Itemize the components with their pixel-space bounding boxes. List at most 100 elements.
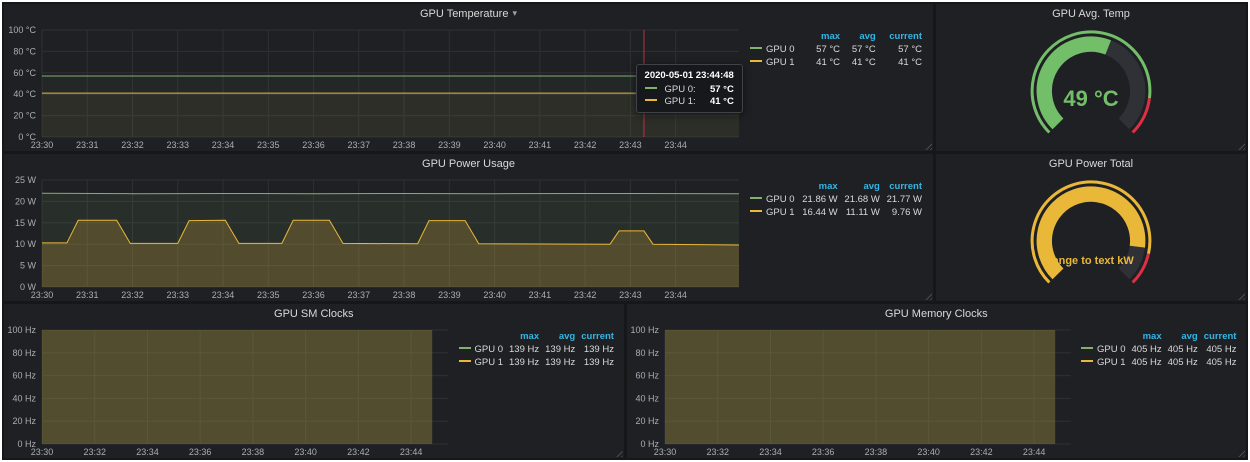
legend-series-name[interactable]: GPU 0	[766, 194, 795, 205]
svg-text:40 Hz: 40 Hz	[12, 393, 36, 403]
svg-text:23:40: 23:40	[917, 447, 940, 457]
svg-text:40 Hz: 40 Hz	[635, 393, 659, 403]
svg-text:23:36: 23:36	[302, 290, 325, 300]
gpu-sm-clocks-chart[interactable]: 0 Hz20 Hz40 Hz60 Hz80 Hz100 Hz23:3023:32…	[4, 323, 456, 458]
svg-text:100 °C: 100 °C	[8, 25, 36, 35]
panel-header-gpu-avg-temp[interactable]: GPU Avg. Temp	[936, 4, 1246, 23]
legend-header-avg[interactable]: avg	[843, 30, 879, 43]
legend-header-max[interactable]: max	[1129, 330, 1165, 343]
panel-title-text[interactable]: GPU Memory Clocks	[885, 308, 988, 320]
legend-header-avg[interactable]: avg	[841, 180, 883, 193]
svg-text:23:34: 23:34	[212, 140, 235, 150]
svg-text:23:43: 23:43	[619, 140, 642, 150]
legend-row-gpu0: GPU 0 405 Hz 405 Hz 405 Hz	[1078, 343, 1239, 356]
legend-header-max[interactable]: max	[798, 180, 840, 193]
dashboard-frame: GPU Temperature ▾ 2020-05-01 23:44:48 GP…	[0, 0, 1250, 462]
legend-current-value: 139 Hz	[578, 356, 617, 369]
chevron-down-icon[interactable]: ▾	[512, 9, 517, 18]
svg-text:23:34: 23:34	[759, 447, 782, 457]
series-color-swatch	[645, 87, 657, 89]
legend-table: max avg current GPU 0 405 Hz 405 Hz	[1078, 323, 1246, 458]
legend-avg-value: 57 °C	[843, 43, 879, 56]
svg-text:23:42: 23:42	[574, 140, 597, 150]
panel-title-text[interactable]: GPU Temperature	[420, 8, 508, 20]
svg-text:23:35: 23:35	[257, 290, 280, 300]
svg-text:23:32: 23:32	[121, 140, 144, 150]
panel-title-text[interactable]: GPU Avg. Temp	[1052, 8, 1130, 20]
tooltip-series-name: GPU 1:	[665, 96, 696, 107]
legend-header-current[interactable]: current	[578, 330, 617, 343]
legend-header-current[interactable]: current	[879, 30, 925, 43]
legend-series-name[interactable]: GPU 0	[766, 44, 795, 55]
legend-current-value: 139 Hz	[578, 343, 617, 356]
panel-header-gpu-sm-clocks[interactable]: GPU SM Clocks	[4, 304, 624, 323]
svg-text:23:30: 23:30	[31, 447, 54, 457]
svg-text:23:30: 23:30	[653, 447, 676, 457]
tooltip-row-gpu1: GPU 1: 41 °C	[645, 96, 734, 107]
svg-text:100 Hz: 100 Hz	[630, 325, 659, 335]
panel-header-gpu-power-usage[interactable]: GPU Power Usage	[4, 154, 933, 173]
legend-series-name[interactable]: GPU 0	[475, 344, 504, 355]
legend-avg-value: 21.68 W	[841, 193, 883, 206]
svg-text:15 W: 15 W	[15, 218, 37, 228]
svg-text:23:33: 23:33	[167, 140, 190, 150]
panel-title-text[interactable]: GPU Power Total	[1049, 158, 1133, 170]
legend-series-name[interactable]: GPU 1	[1097, 357, 1126, 368]
svg-text:23:38: 23:38	[864, 447, 887, 457]
panel-gpu-power-total: GPU Power Total range to text kW	[936, 154, 1246, 301]
legend-header-current[interactable]: current	[1201, 330, 1240, 343]
legend-current-value: 57 °C	[879, 43, 925, 56]
svg-text:23:44: 23:44	[664, 140, 687, 150]
panel-gpu-sm-clocks: GPU SM Clocks 0 Hz20 Hz40 Hz60 Hz80 Hz10…	[4, 304, 624, 458]
svg-text:40 °C: 40 °C	[13, 89, 36, 99]
series-color-swatch	[645, 99, 657, 101]
svg-text:20 Hz: 20 Hz	[12, 416, 36, 426]
gpu-temperature-chart[interactable]: 2020-05-01 23:44:48 GPU 0: 57 °C GPU 1: …	[4, 23, 747, 151]
legend-header-avg[interactable]: avg	[542, 330, 578, 343]
legend-series-name[interactable]: GPU 1	[766, 57, 795, 68]
legend-max-value: 405 Hz	[1129, 356, 1165, 369]
panel-title-text[interactable]: GPU Power Usage	[422, 158, 515, 170]
panel-gpu-avg-temp: GPU Avg. Temp 49 °C	[936, 4, 1246, 151]
svg-text:60 Hz: 60 Hz	[12, 371, 36, 381]
panel-title-text[interactable]: GPU SM Clocks	[274, 308, 353, 320]
svg-text:23:36: 23:36	[811, 447, 834, 457]
grafana-dashboard: GPU Temperature ▾ 2020-05-01 23:44:48 GP…	[2, 2, 1248, 460]
panel-header-gpu-memory-clocks[interactable]: GPU Memory Clocks	[627, 304, 1247, 323]
gpu-memory-clocks-chart[interactable]: 0 Hz20 Hz40 Hz60 Hz80 Hz100 Hz23:3023:32…	[627, 323, 1079, 458]
tooltip-series-name: GPU 0:	[665, 84, 696, 95]
svg-text:23:36: 23:36	[189, 447, 212, 457]
svg-text:23:30: 23:30	[31, 290, 54, 300]
svg-text:10 W: 10 W	[15, 239, 37, 249]
legend-header-max[interactable]: max	[807, 30, 843, 43]
legend-header-current[interactable]: current	[883, 180, 925, 193]
legend-series-name[interactable]: GPU 0	[1097, 344, 1126, 355]
legend-series-name[interactable]: GPU 1	[475, 357, 504, 368]
series-color-swatch	[750, 197, 762, 199]
svg-text:80 °C: 80 °C	[13, 46, 36, 56]
legend-row-gpu1: GPU 1 405 Hz 405 Hz 405 Hz	[1078, 356, 1239, 369]
legend-max-value: 405 Hz	[1129, 343, 1165, 356]
panel-header-gpu-power-total[interactable]: GPU Power Total	[936, 154, 1246, 173]
legend-row-gpu1: GPU 1 16.44 W 11.11 W 9.76 W	[747, 206, 925, 219]
gpu-power-usage-chart[interactable]: 0 W5 W10 W15 W20 W25 W23:3023:3123:3223:…	[4, 173, 747, 301]
panel-body: 0 W5 W10 W15 W20 W25 W23:3023:3123:3223:…	[4, 173, 933, 301]
svg-text:60 Hz: 60 Hz	[635, 371, 659, 381]
svg-text:23:44: 23:44	[400, 447, 423, 457]
svg-text:23:31: 23:31	[76, 290, 99, 300]
svg-text:23:38: 23:38	[393, 140, 416, 150]
series-color-swatch	[459, 360, 471, 362]
svg-text:23:30: 23:30	[31, 140, 54, 150]
legend-current-value: 41 °C	[879, 56, 925, 69]
panel-header-gpu-temperature[interactable]: GPU Temperature ▾	[4, 4, 933, 23]
legend-max-value: 41 °C	[807, 56, 843, 69]
series-color-swatch	[1081, 347, 1093, 349]
svg-text:20 Hz: 20 Hz	[635, 416, 659, 426]
svg-text:23:32: 23:32	[706, 447, 729, 457]
legend-max-value: 139 Hz	[506, 356, 542, 369]
svg-text:23:34: 23:34	[136, 447, 159, 457]
legend-series-name[interactable]: GPU 1	[766, 207, 795, 218]
legend-header-avg[interactable]: avg	[1165, 330, 1201, 343]
svg-text:23:38: 23:38	[393, 290, 416, 300]
legend-header-max[interactable]: max	[506, 330, 542, 343]
